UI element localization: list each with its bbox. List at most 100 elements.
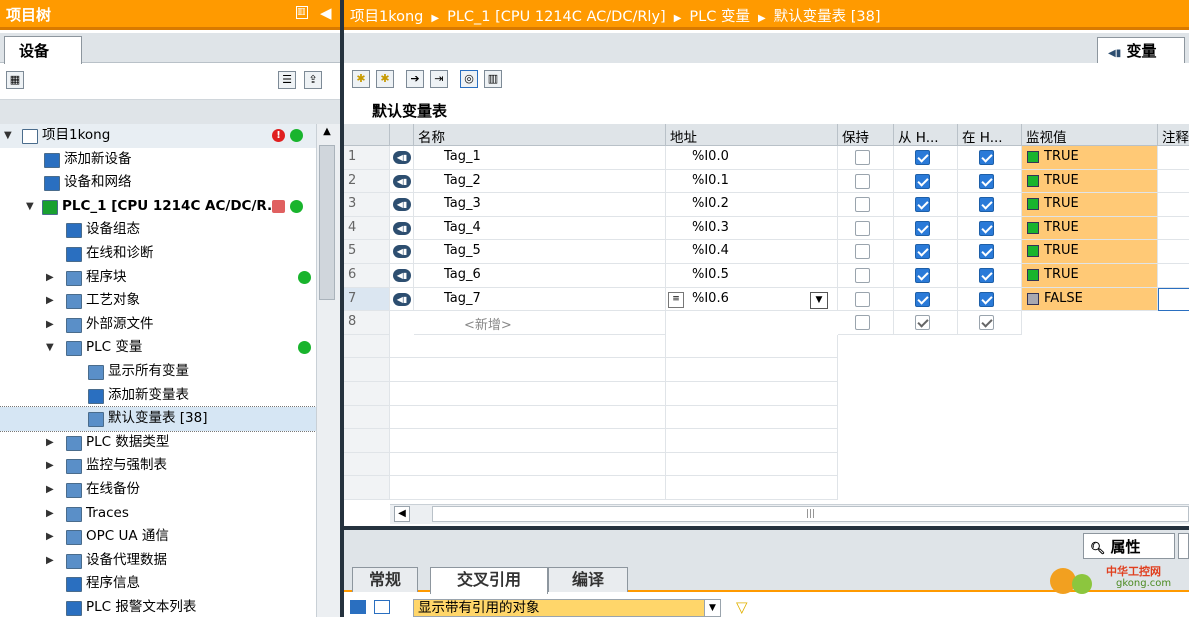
tab-devices[interactable]: 设备 [4,36,82,64]
list-view-icon[interactable]: ☰ [278,71,296,89]
table-row[interactable]: 4 ◀▮ Tag_4 %I0.3 TRUE [344,216,1189,241]
tag-name-cell[interactable]: Tag_1 [414,146,666,170]
chevron-right-icon[interactable]: ▶ [46,266,54,289]
row-number[interactable]: 3 [344,193,390,217]
chevron-right-icon[interactable]: ▶ [46,502,54,525]
tag-name-cell[interactable]: Tag_5 [414,240,666,264]
tree-scroll-thumb[interactable] [319,145,335,300]
comment-cell[interactable] [1158,240,1189,264]
row-number[interactable]: 1 [344,146,390,170]
monitor-all-icon[interactable]: ◎ [460,70,478,88]
accessible-from-hmi-checkbox[interactable] [914,244,930,260]
column-header[interactable]: 从 H... [894,124,958,146]
address-cell[interactable]: %I0.1 [666,169,838,194]
column-header[interactable]: 注释 [1158,124,1189,146]
visible-in-hmi-checkbox[interactable] [978,197,994,213]
retain-checkbox[interactable] [854,173,870,189]
table-row[interactable]: 5 ◀▮ Tag_5 %I0.4 TRUE [344,240,1189,264]
tree-item[interactable]: ▶ Traces [0,502,316,526]
tree-item[interactable]: 设备组态 [0,218,316,242]
expand-all-icon[interactable] [350,600,366,614]
tag-name-cell[interactable]: Tag_3 [414,193,666,217]
tree-item[interactable]: ▶ 外部源文件 [0,313,316,337]
tree-item[interactable]: 程序信息 [0,572,316,596]
import-tags-icon[interactable]: ⇥ [430,70,448,88]
tag-name-cell[interactable]: Tag_2 [414,169,666,194]
visible-in-hmi-checkbox[interactable] [978,244,994,260]
chevron-down-icon[interactable]: ▼ [810,291,828,309]
pin-icon[interactable]: ▥ [296,6,308,19]
default-checkbox[interactable] [914,315,930,331]
tree-item[interactable]: 在线和诊断 [0,242,316,266]
tree-item[interactable]: PLC 报警文本列表 [0,596,316,620]
comment-cell[interactable] [1158,264,1189,288]
chevron-right-icon[interactable]: ▶ [46,431,54,454]
comment-cell[interactable] [1158,287,1189,312]
tree-item[interactable]: ▼ PLC_1 [CPU 1214C AC/DC/R... [0,195,316,219]
tree-item[interactable]: ▶ OPC UA 通信 [0,525,316,549]
retain-checkbox[interactable] [854,268,870,283]
address-cell[interactable]: %I0.4 [666,240,838,264]
visible-in-hmi-checkbox[interactable] [978,268,994,283]
tab-tags[interactable]: ◀▮ 变量 [1097,37,1185,63]
column-header-blank[interactable] [344,124,390,146]
table-row[interactable]: 6 ◀▮ Tag_6 %I0.5 TRUE [344,264,1189,288]
collapse-panel-icon[interactable]: ◀ [320,4,332,22]
overview-icon[interactable]: ▦ [6,71,24,89]
chevron-right-icon[interactable]: ▶ [46,478,54,501]
tree-item[interactable]: ▶ 设备代理数据 [0,549,316,573]
tab-cross-references[interactable]: 交叉引用 [430,567,548,594]
chevron-right-icon[interactable]: ▶ [46,549,54,572]
chevron-down-icon[interactable]: ▼ [26,195,34,218]
chevron-right-icon[interactable]: ▶ [46,289,54,312]
insert-row-icon[interactable]: ✱ [376,70,394,88]
breadcrumb-project[interactable]: 项目1kong [350,9,423,25]
accessible-from-hmi-checkbox[interactable] [914,150,930,165]
accessible-from-hmi-checkbox[interactable] [914,197,930,213]
scroll-left-icon[interactable]: ◀ [394,506,410,522]
default-checkbox[interactable] [978,315,994,331]
chevron-right-icon[interactable]: ▶ [46,454,54,477]
visible-in-hmi-checkbox[interactable] [978,291,994,307]
column-header[interactable]: 监视值 [1022,124,1158,146]
retain-checkbox[interactable] [854,291,870,307]
export-tags-icon[interactable]: ➔ [406,70,424,88]
row-number[interactable]: 2 [344,169,390,194]
address-cell[interactable]: ≡ ▼ %I0.6 [666,287,838,312]
tree-item[interactable]: 默认变量表 [38] [0,406,317,432]
row-number[interactable]: 7 [344,287,390,312]
tree-item[interactable]: ▶ PLC 数据类型 [0,431,316,455]
address-cell[interactable]: %I0.0 [666,146,838,170]
comment-cell[interactable] [1158,193,1189,217]
visible-in-hmi-checkbox[interactable] [978,220,994,236]
row-number[interactable]: 8 [344,311,390,335]
table-row[interactable]: 1 ◀▮ Tag_1 %I0.0 TRUE [344,146,1189,170]
column-header[interactable]: 地址 [666,124,838,146]
breadcrumb-plc[interactable]: PLC_1 [CPU 1214C AC/DC/Rly] [447,9,666,25]
tree-item[interactable]: ▶ 在线备份 [0,478,316,502]
tree-item[interactable]: ▶ 工艺对象 [0,289,316,313]
retain-checkbox[interactable] [854,150,870,165]
tree-item[interactable]: 设备和网络 [0,171,316,195]
address-cell[interactable]: %I0.5 [666,264,838,288]
comment-cell[interactable] [1158,146,1189,170]
chevron-right-icon[interactable]: ▶ [46,313,54,336]
default-checkbox[interactable] [854,315,870,331]
comment-cell[interactable] [1158,170,1189,194]
breadcrumb-tag-table[interactable]: 默认变量表 [38] [774,9,881,25]
cross-ref-filter-select[interactable]: 显示带有引用的对象 [413,599,721,617]
column-settings-icon[interactable]: ▥ [484,70,502,88]
address-cell[interactable]: %I0.2 [666,193,838,217]
column-header-blank[interactable] [390,124,414,146]
row-number[interactable]: 6 [344,264,390,288]
table-row-new[interactable]: 8 <新增> [344,311,1189,335]
visible-in-hmi-checkbox[interactable] [978,150,994,165]
breadcrumb-plc-tags[interactable]: PLC 变量 [689,9,750,25]
address-list-icon[interactable]: ≡ [668,291,684,308]
add-new-placeholder[interactable]: <新增> [414,311,666,335]
tree-item[interactable]: ▼ 项目1kong! [0,124,316,148]
accessible-from-hmi-checkbox[interactable] [914,173,930,189]
tab-general[interactable]: 常规 [352,567,418,592]
row-number[interactable]: 5 [344,240,390,264]
table-row[interactable]: 2 ◀▮ Tag_2 %I0.1 TRUE [344,169,1189,194]
